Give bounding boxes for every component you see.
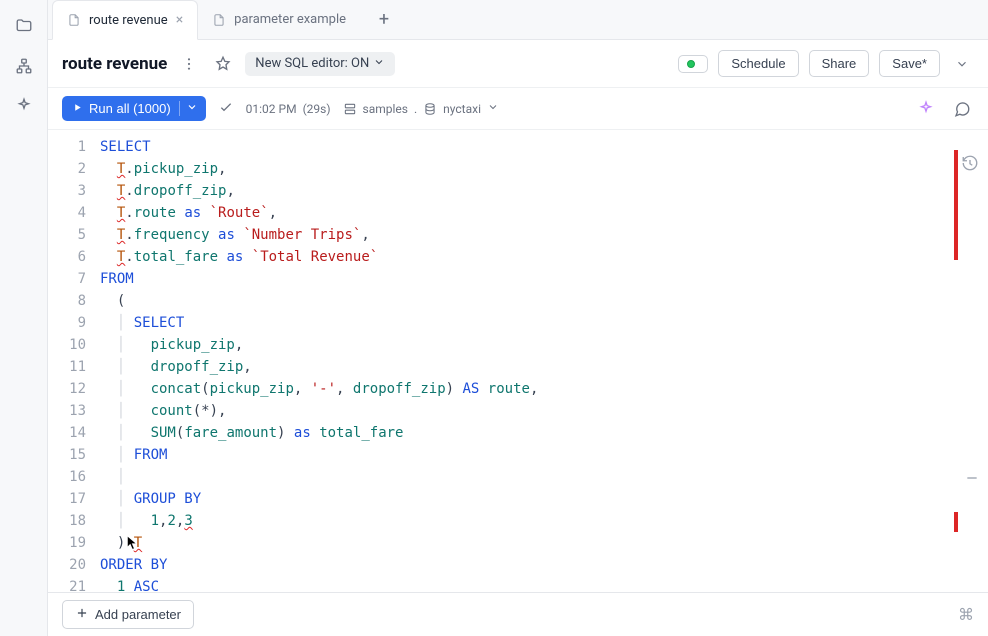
star-icon[interactable] (211, 52, 235, 76)
code-line[interactable]: FROM (100, 268, 988, 290)
check-icon (218, 99, 234, 119)
add-tab-button[interactable]: + (368, 4, 400, 36)
keyboard-shortcut-icon[interactable]: ⌘ (958, 605, 974, 624)
schema-name: nyctaxi (443, 102, 481, 116)
last-run-time: 01:02 PM (246, 102, 297, 116)
tab-parameter-example[interactable]: parameter example (198, 0, 360, 40)
close-icon[interactable]: × (176, 12, 183, 28)
assistant-sparkle-icon[interactable] (914, 97, 938, 121)
more-menu-icon[interactable] (177, 52, 201, 76)
code-line[interactable]: │ count(*), (100, 400, 988, 422)
ai-sparkle-icon[interactable] (14, 96, 34, 116)
add-parameter-button[interactable]: Add parameter (62, 600, 194, 629)
sql-file-icon (212, 13, 226, 27)
code-line[interactable]: 1 ASC (100, 576, 988, 592)
chevron-down-icon (373, 56, 385, 72)
error-marker (954, 150, 958, 260)
tabbar: route revenue × parameter example + (48, 0, 988, 40)
code-line[interactable]: │ 1,2,3 (100, 510, 988, 532)
plus-icon (75, 606, 89, 623)
line-gutter: 123456789101112131415161718192021 (48, 130, 94, 592)
code-line[interactable]: T.total_fare as `Total Revenue` (100, 246, 988, 268)
run-label: Run all (1000) (89, 101, 171, 116)
minus-icon[interactable] (964, 470, 982, 488)
run-all-button[interactable]: Run all (1000) (62, 96, 206, 121)
code-line[interactable]: │ pickup_zip, (100, 334, 988, 356)
code-line[interactable]: T.frequency as `Number Trips`, (100, 224, 988, 246)
runbar: Run all (1000) 01:02 PM (29s) samples . … (48, 88, 988, 130)
save-button[interactable]: Save* (879, 50, 940, 77)
code-line[interactable]: │ (100, 466, 988, 488)
status-dot-icon (687, 60, 695, 68)
more-actions-chevron-icon[interactable] (950, 52, 974, 76)
main-panel: route revenue × parameter example + rout… (48, 0, 988, 636)
folder-icon[interactable] (14, 16, 34, 36)
code-editor[interactable]: 123456789101112131415161718192021 SELECT… (48, 130, 988, 592)
catalog-name: samples (363, 102, 408, 116)
chevron-down-icon[interactable] (179, 101, 198, 116)
bottombar: Add parameter ⌘ (48, 592, 988, 636)
code-line[interactable]: │ SELECT (100, 312, 988, 334)
code-line[interactable]: │ dropoff_zip, (100, 356, 988, 378)
schedule-button[interactable]: Schedule (718, 50, 798, 77)
left-rail (0, 0, 48, 636)
code-line[interactable]: ORDER BY (100, 554, 988, 576)
code-line[interactable]: │ SUM(fare_amount) as total_fare (100, 422, 988, 444)
tab-route-revenue[interactable]: route revenue × (52, 0, 198, 40)
add-parameter-label: Add parameter (95, 607, 181, 622)
tab-label: route revenue (89, 13, 168, 28)
schema-icon[interactable] (14, 56, 34, 76)
code-line[interactable]: ( (100, 290, 988, 312)
code-line[interactable]: ) T (100, 532, 988, 554)
code-line[interactable]: T.route as `Route`, (100, 202, 988, 224)
sql-file-icon (67, 13, 81, 27)
database-icon (423, 102, 437, 116)
catalog-selector[interactable]: samples . nyctaxi (343, 101, 499, 116)
share-button[interactable]: Share (809, 50, 870, 77)
chevron-down-icon (487, 101, 499, 116)
editor-toggle[interactable]: New SQL editor: ON (245, 52, 395, 76)
tab-label: parameter example (234, 12, 346, 27)
toolbar: route revenue New SQL editor: ON Schedul… (48, 40, 988, 88)
code-line[interactable]: │ FROM (100, 444, 988, 466)
error-marker (954, 512, 958, 532)
play-icon (72, 101, 83, 116)
history-icon[interactable] (961, 154, 979, 172)
catalog-icon (343, 102, 357, 116)
code-line[interactable]: SELECT (100, 136, 988, 158)
code-line[interactable]: T.pickup_zip, (100, 158, 988, 180)
page-title: route revenue (62, 54, 167, 74)
connection-status[interactable] (678, 55, 708, 73)
code-area[interactable]: SELECT T.pickup_zip, T.dropoff_zip, T.ro… (94, 130, 988, 592)
code-line[interactable]: T.dropoff_zip, (100, 180, 988, 202)
editor-toggle-label: New SQL editor: ON (255, 56, 369, 71)
code-line[interactable]: │ concat(pickup_zip, '-', dropoff_zip) A… (100, 378, 988, 400)
last-run-info: 01:02 PM (29s) (246, 102, 331, 116)
comment-icon[interactable] (950, 97, 974, 121)
code-line[interactable]: │ GROUP BY (100, 488, 988, 510)
last-run-duration: (29s) (303, 102, 331, 116)
